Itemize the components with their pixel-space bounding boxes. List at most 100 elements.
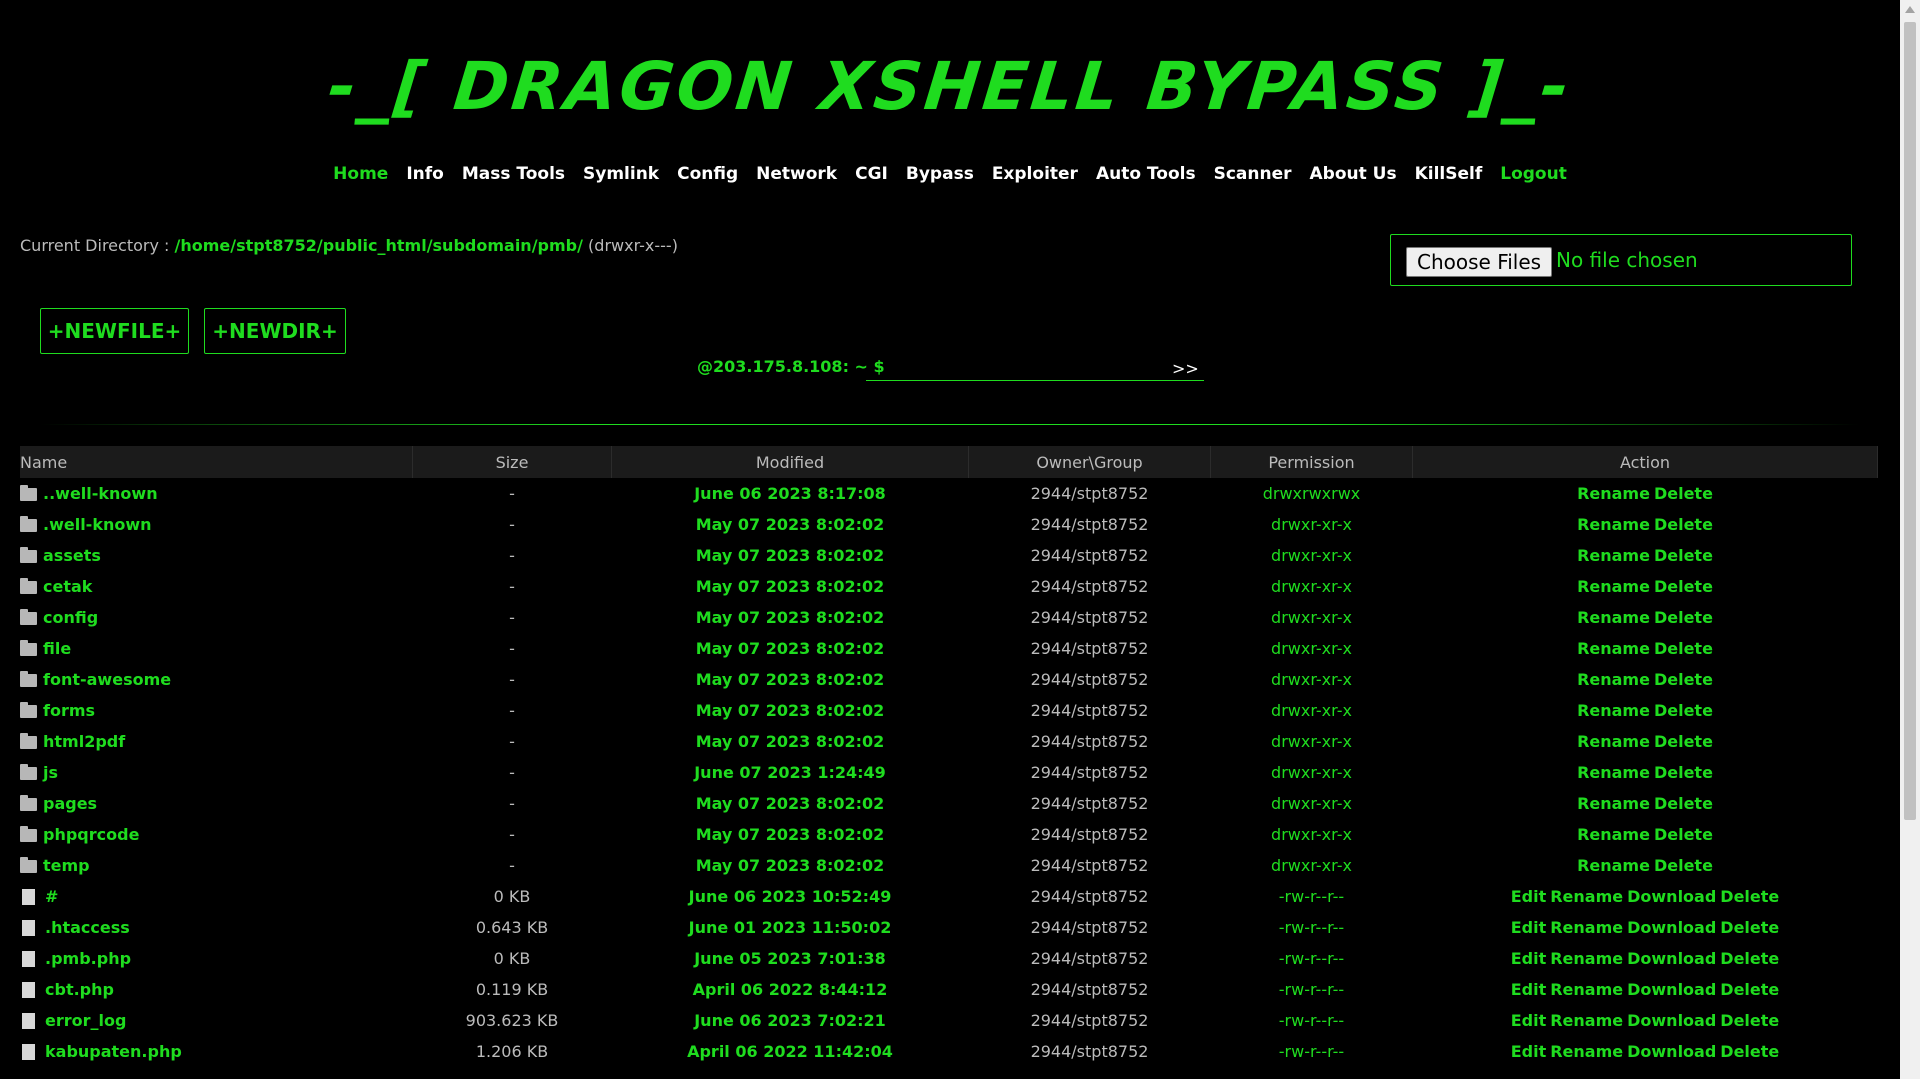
nav-item-auto-tools[interactable]: Auto Tools: [1096, 164, 1196, 184]
cell-permission[interactable]: drwxr-xr-x: [1211, 571, 1413, 602]
delete-action-link[interactable]: Delete: [1720, 1011, 1779, 1030]
delete-action-link[interactable]: Delete: [1654, 546, 1713, 565]
nav-item-symlink[interactable]: Symlink: [583, 164, 659, 184]
delete-action-link[interactable]: Delete: [1654, 515, 1713, 534]
nav-item-about-us[interactable]: About Us: [1310, 164, 1397, 184]
cell-permission[interactable]: drwxr-xr-x: [1211, 509, 1413, 540]
file-name-link[interactable]: assets: [43, 546, 101, 565]
delete-action-link[interactable]: Delete: [1654, 794, 1713, 813]
delete-action-link[interactable]: Delete: [1654, 763, 1713, 782]
file-name-link[interactable]: ..well-known: [43, 484, 158, 503]
download-action-link[interactable]: Download: [1627, 918, 1716, 937]
delete-action-link[interactable]: Delete: [1720, 980, 1779, 999]
file-name-link[interactable]: forms: [43, 701, 95, 720]
cell-permission[interactable]: -rw-r--r--: [1211, 974, 1413, 1005]
scroll-up-icon[interactable]: [1905, 6, 1915, 13]
delete-action-link[interactable]: Delete: [1654, 732, 1713, 751]
scrollbar-thumb[interactable]: [1904, 22, 1916, 820]
cell-permission[interactable]: drwxr-xr-x: [1211, 819, 1413, 850]
edit-action-link[interactable]: Edit: [1511, 1011, 1547, 1030]
current-directory-path[interactable]: /home/stpt8752/public_html/subdomain/pmb…: [175, 236, 583, 255]
cell-permission[interactable]: drwxr-xr-x: [1211, 788, 1413, 819]
download-action-link[interactable]: Download: [1627, 887, 1716, 906]
rename-action-link[interactable]: Rename: [1577, 701, 1650, 720]
new-file-button[interactable]: +NEWFILE+: [40, 308, 189, 354]
rename-action-link[interactable]: Rename: [1577, 670, 1650, 689]
nav-item-home[interactable]: Home: [333, 164, 388, 184]
delete-action-link[interactable]: Delete: [1654, 856, 1713, 875]
cell-permission[interactable]: -rw-r--r--: [1211, 1036, 1413, 1067]
cell-permission[interactable]: drwxr-xr-x: [1211, 664, 1413, 695]
download-action-link[interactable]: Download: [1627, 980, 1716, 999]
rename-action-link[interactable]: Rename: [1577, 515, 1650, 534]
cell-permission[interactable]: drwxr-xr-x: [1211, 726, 1413, 757]
rename-action-link[interactable]: Rename: [1577, 763, 1650, 782]
file-name-link[interactable]: cetak: [43, 577, 92, 596]
nav-item-bypass[interactable]: Bypass: [906, 164, 974, 184]
vertical-scrollbar[interactable]: [1900, 0, 1920, 1079]
nav-item-config[interactable]: Config: [677, 164, 738, 184]
nav-item-info[interactable]: Info: [406, 164, 444, 184]
file-name-link[interactable]: .htaccess: [45, 918, 130, 937]
file-name-link[interactable]: temp: [43, 856, 90, 875]
cell-permission[interactable]: drwxr-xr-x: [1211, 540, 1413, 571]
download-action-link[interactable]: Download: [1627, 949, 1716, 968]
file-name-link[interactable]: pages: [43, 794, 97, 813]
file-upload[interactable]: Choose Files No file chosen: [1390, 234, 1852, 286]
delete-action-link[interactable]: Delete: [1654, 577, 1713, 596]
file-name-link[interactable]: kabupaten.php: [45, 1042, 182, 1061]
header-modified[interactable]: Modified: [611, 446, 969, 478]
delete-action-link[interactable]: Delete: [1720, 1042, 1779, 1061]
cell-permission[interactable]: drwxrwxrwx: [1211, 478, 1413, 509]
delete-action-link[interactable]: Delete: [1654, 701, 1713, 720]
rename-action-link[interactable]: Rename: [1577, 732, 1650, 751]
rename-action-link[interactable]: Rename: [1577, 484, 1650, 503]
rename-action-link[interactable]: Rename: [1577, 577, 1650, 596]
cell-permission[interactable]: drwxr-xr-x: [1211, 633, 1413, 664]
header-owner[interactable]: Owner\Group: [968, 446, 1211, 478]
nav-item-killself[interactable]: KillSelf: [1415, 164, 1483, 184]
file-name-link[interactable]: html2pdf: [43, 732, 125, 751]
file-name-link[interactable]: #: [45, 887, 58, 906]
choose-files-button[interactable]: Choose Files: [1406, 247, 1553, 277]
file-name-link[interactable]: error_log: [45, 1011, 126, 1030]
nav-item-scanner[interactable]: Scanner: [1214, 164, 1292, 184]
delete-action-link[interactable]: Delete: [1720, 918, 1779, 937]
header-name[interactable]: Name: [20, 446, 413, 478]
cell-permission[interactable]: drwxr-xr-x: [1211, 602, 1413, 633]
nav-item-mass-tools[interactable]: Mass Tools: [462, 164, 565, 184]
rename-action-link[interactable]: Rename: [1550, 887, 1623, 906]
nav-item-logout[interactable]: Logout: [1500, 164, 1567, 184]
rename-action-link[interactable]: Rename: [1577, 825, 1650, 844]
nav-item-cgi[interactable]: CGI: [855, 164, 888, 184]
edit-action-link[interactable]: Edit: [1511, 887, 1547, 906]
edit-action-link[interactable]: Edit: [1511, 1042, 1547, 1061]
header-size[interactable]: Size: [412, 446, 612, 478]
rename-action-link[interactable]: Rename: [1550, 980, 1623, 999]
cell-permission[interactable]: drwxr-xr-x: [1211, 850, 1413, 881]
cell-permission[interactable]: -rw-r--r--: [1211, 943, 1413, 974]
edit-action-link[interactable]: Edit: [1511, 918, 1547, 937]
command-input[interactable]: [866, 352, 1204, 381]
rename-action-link[interactable]: Rename: [1577, 794, 1650, 813]
file-name-link[interactable]: phpqrcode: [43, 825, 139, 844]
rename-action-link[interactable]: Rename: [1577, 639, 1650, 658]
file-name-link[interactable]: config: [43, 608, 98, 627]
download-action-link[interactable]: Download: [1627, 1042, 1716, 1061]
rename-action-link[interactable]: Rename: [1577, 546, 1650, 565]
cell-permission[interactable]: -rw-r--r--: [1211, 881, 1413, 912]
cell-permission[interactable]: -rw-r--r--: [1211, 1005, 1413, 1036]
delete-action-link[interactable]: Delete: [1720, 887, 1779, 906]
file-name-link[interactable]: .pmb.php: [45, 949, 131, 968]
rename-action-link[interactable]: Rename: [1550, 918, 1623, 937]
edit-action-link[interactable]: Edit: [1511, 949, 1547, 968]
command-submit-button[interactable]: >>: [1172, 359, 1199, 378]
rename-action-link[interactable]: Rename: [1577, 856, 1650, 875]
nav-item-network[interactable]: Network: [756, 164, 837, 184]
delete-action-link[interactable]: Delete: [1654, 639, 1713, 658]
delete-action-link[interactable]: Delete: [1654, 670, 1713, 689]
cell-permission[interactable]: -rw-r--r--: [1211, 912, 1413, 943]
new-dir-button[interactable]: +NEWDIR+: [204, 308, 346, 354]
file-name-link[interactable]: .well-known: [43, 515, 152, 534]
edit-action-link[interactable]: Edit: [1511, 980, 1547, 999]
